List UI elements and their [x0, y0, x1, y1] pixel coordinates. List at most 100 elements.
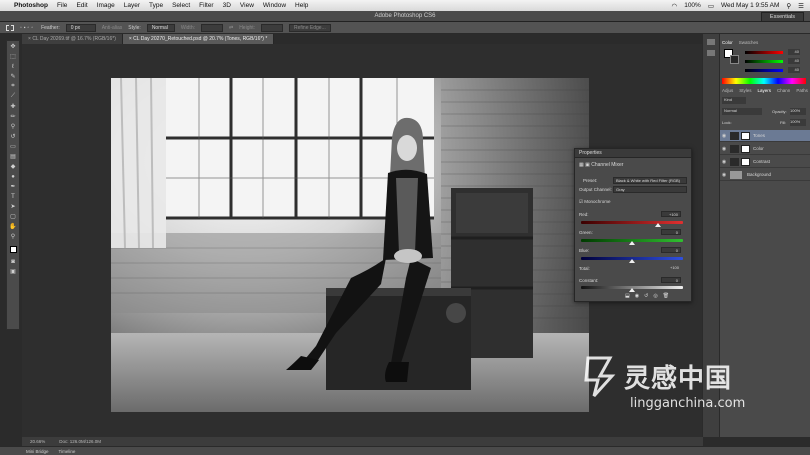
menu-3d[interactable]: 3D	[223, 2, 231, 9]
layer-mask-thumb[interactable]	[741, 144, 750, 153]
antialias-checkbox[interactable]: Anti-alias	[102, 25, 123, 31]
menu-image[interactable]: Image	[97, 2, 115, 9]
clone-stamp-tool-icon[interactable]: ⚲	[7, 122, 19, 131]
tab-paths[interactable]: Paths	[796, 88, 808, 93]
tab-timeline[interactable]: Timeline	[59, 449, 76, 454]
quick-mask-icon[interactable]: ◙	[7, 257, 19, 266]
marquee-tool-icon[interactable]	[6, 24, 14, 31]
screen-mode-icon[interactable]: ▣	[7, 267, 19, 276]
visibility-eye-icon[interactable]: ◉	[720, 159, 728, 165]
background-color-swatch[interactable]	[730, 55, 739, 64]
menu-app-name[interactable]: Photoshop	[14, 2, 48, 9]
workspace-switcher[interactable]: Essentials	[760, 12, 804, 22]
layer-name[interactable]: Color	[753, 146, 764, 151]
visibility-icon[interactable]: ◎	[653, 293, 657, 299]
tab-doc-2[interactable]: × CL Day 20270_Retouched.psd @ 20.7% (To…	[122, 34, 275, 44]
doc-size[interactable]: Doc: 126.0M/126.0M	[59, 439, 101, 444]
preset-select[interactable]: Black & White with Red Filter (RGB)	[613, 177, 687, 184]
history-brush-tool-icon[interactable]: ↺	[7, 132, 19, 141]
selection-mode-icons[interactable]: ▫▪▫▫	[20, 25, 35, 31]
constant-value[interactable]: 0	[661, 277, 681, 283]
red-slider-handle[interactable]	[654, 223, 661, 227]
menu-view[interactable]: View	[240, 2, 254, 9]
visibility-eye-icon[interactable]: ◉	[720, 133, 728, 139]
green-slider-handle[interactable]	[629, 241, 635, 245]
fill-value[interactable]: 100%	[790, 119, 806, 126]
layer-name[interactable]: Contrast	[753, 159, 770, 164]
properties-header[interactable]: Properties	[575, 149, 691, 158]
shape-tool-icon[interactable]: ▢	[7, 212, 19, 221]
green-color-slider[interactable]	[745, 60, 783, 63]
opacity-value[interactable]: 100%	[790, 108, 806, 115]
info-panel-icon[interactable]	[707, 50, 715, 56]
constant-slider-handle[interactable]	[629, 288, 635, 292]
marquee-tool-icon[interactable]: ⬚	[7, 52, 19, 61]
view-previous-icon[interactable]: ◉	[635, 293, 639, 299]
swap-icon[interactable]: ⇄	[229, 25, 233, 31]
output-channel-select[interactable]: Gray	[613, 186, 687, 193]
document-canvas-photo[interactable]	[111, 78, 589, 412]
reset-icon[interactable]: ↺	[644, 293, 648, 299]
visibility-eye-icon[interactable]: ◉	[720, 146, 728, 152]
blend-mode-select[interactable]: Normal	[722, 108, 762, 115]
tab-swatches[interactable]: Swatches	[739, 40, 759, 45]
red-slider[interactable]	[581, 221, 683, 224]
wifi-icon[interactable]: ◠	[672, 2, 678, 10]
blue-color-value[interactable]: 40	[788, 67, 800, 73]
gradient-tool-icon[interactable]: ▤	[7, 152, 19, 161]
visibility-eye-icon[interactable]: ◉	[720, 172, 728, 178]
blue-value[interactable]: 0	[661, 247, 681, 253]
menu-select[interactable]: Select	[172, 2, 190, 9]
zoom-tool-icon[interactable]: ⚲	[7, 232, 19, 241]
red-color-slider[interactable]	[745, 51, 783, 54]
refine-edge-button[interactable]: Refine Edge...	[289, 23, 331, 32]
lasso-tool-icon[interactable]: ℓ	[7, 62, 19, 71]
layer-mask-thumb[interactable]	[741, 131, 750, 140]
notifications-icon[interactable]: ☰	[798, 2, 804, 10]
crop-tool-icon[interactable]: ⌗	[7, 82, 19, 91]
spotlight-icon[interactable]: ⚲	[786, 2, 791, 10]
menu-filter[interactable]: Filter	[199, 2, 213, 9]
width-input[interactable]	[200, 23, 223, 32]
green-value[interactable]: 0	[661, 229, 681, 235]
battery-level[interactable]: 100%	[684, 2, 701, 9]
layer-name[interactable]: Tones	[753, 133, 765, 138]
menu-edit[interactable]: Edit	[76, 2, 87, 9]
menu-help[interactable]: Help	[295, 2, 308, 9]
monochrome-checkbox[interactable]: ☑ Monochrome	[579, 199, 611, 205]
delete-icon[interactable]: 🗑	[663, 293, 669, 299]
menu-layer[interactable]: Layer	[124, 2, 140, 9]
zoom-level[interactable]: 20.66%	[30, 439, 45, 444]
style-select[interactable]: Normal	[146, 23, 175, 32]
path-select-tool-icon[interactable]: ➤	[7, 202, 19, 211]
move-tool-icon[interactable]: ✥	[7, 42, 19, 51]
layer-mask-thumb[interactable]	[741, 157, 750, 166]
tab-channels[interactable]: Chann	[777, 88, 790, 93]
hand-tool-icon[interactable]: ✋	[7, 222, 19, 231]
brush-tool-icon[interactable]: ✏	[7, 112, 19, 121]
color-spectrum-bar[interactable]	[722, 78, 806, 84]
eyedropper-tool-icon[interactable]: ⟋	[7, 92, 19, 101]
history-panel-icon[interactable]	[707, 39, 715, 45]
pen-tool-icon[interactable]: ✒	[7, 182, 19, 191]
red-value[interactable]: +100	[661, 211, 681, 217]
tab-color[interactable]: Color	[722, 40, 733, 45]
color-swatch-icon[interactable]	[7, 242, 19, 256]
blue-slider-handle[interactable]	[629, 259, 635, 263]
layer-row[interactable]: ◉ Tones	[720, 130, 810, 142]
healing-tool-icon[interactable]: ✚	[7, 102, 19, 111]
blur-tool-icon[interactable]: ◆	[7, 162, 19, 171]
tab-adjustments[interactable]: Adjus	[722, 88, 733, 93]
red-color-value[interactable]: 40	[788, 49, 800, 55]
eraser-tool-icon[interactable]: ▭	[7, 142, 19, 151]
layer-row[interactable]: ◉ Background	[720, 169, 810, 181]
tab-doc-1[interactable]: × CL Day 20269.tif @ 16.7% (RGB/16*)	[22, 34, 123, 44]
menu-type[interactable]: Type	[149, 2, 163, 9]
layer-row[interactable]: ◉ Color	[720, 143, 810, 155]
type-tool-icon[interactable]: T	[7, 192, 19, 201]
tab-layers[interactable]: Layers	[758, 88, 772, 93]
layer-name[interactable]: Background	[747, 172, 771, 177]
blue-color-slider[interactable]	[745, 69, 783, 72]
layer-filter-kind[interactable]: Kind	[722, 97, 746, 104]
menu-file[interactable]: File	[57, 2, 67, 9]
